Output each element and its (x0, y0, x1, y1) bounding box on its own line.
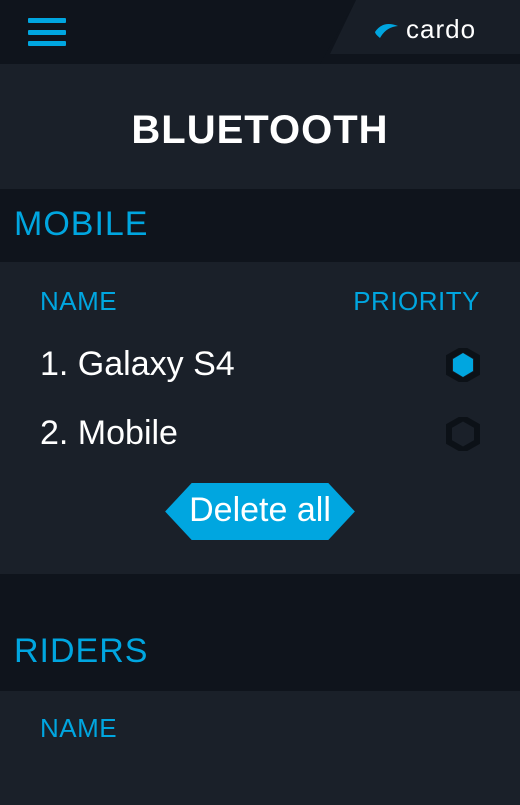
section-label-riders: RIDERS (14, 632, 506, 671)
riders-content: NAME (0, 691, 520, 804)
column-header-name: NAME (40, 286, 117, 317)
page-title: BLUETOOTH (0, 108, 520, 153)
column-header-priority: PRIORITY (353, 286, 480, 317)
mobile-content: NAME PRIORITY 1. Galaxy S4 2. Mobile Del… (0, 262, 520, 574)
section-header-mobile: MOBILE (0, 189, 520, 262)
svg-text:cardo: cardo (406, 14, 476, 44)
section-label-mobile: MOBILE (14, 205, 506, 244)
device-name: 1. Galaxy S4 (40, 345, 235, 384)
menu-icon[interactable] (28, 18, 66, 46)
section-header-riders: RIDERS (0, 612, 520, 691)
priority-hex-inactive[interactable] (446, 417, 480, 451)
section-divider (0, 574, 520, 612)
device-row[interactable]: 2. Mobile (40, 414, 480, 453)
mobile-column-headers: NAME PRIORITY (40, 286, 480, 317)
delete-all-button[interactable]: Delete all (165, 483, 355, 540)
brand-logo: cardo (320, 0, 520, 64)
page-title-area: BLUETOOTH (0, 64, 520, 189)
top-bar: cardo (0, 0, 520, 64)
device-row[interactable]: 1. Galaxy S4 (40, 345, 480, 384)
device-name: 2. Mobile (40, 414, 178, 453)
priority-hex-active[interactable] (446, 348, 480, 382)
column-header-name: NAME (40, 713, 117, 743)
